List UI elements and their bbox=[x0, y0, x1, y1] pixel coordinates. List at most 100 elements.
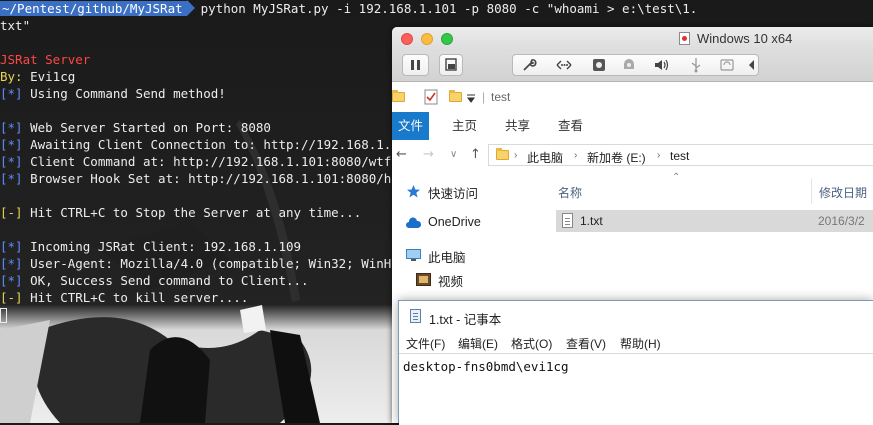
terminal-line: [-] Hit CTRL+C to Stop the Server at any… bbox=[0, 204, 361, 221]
tab-view[interactable]: 查看 bbox=[558, 112, 583, 140]
terminal-line: [*] Browser Hook Set at: http://192.168.… bbox=[0, 170, 414, 187]
up-arrow-icon[interactable]: ↑ bbox=[470, 147, 481, 162]
menu-view[interactable]: 查看(V) bbox=[566, 335, 606, 352]
window-close-button[interactable] bbox=[401, 33, 413, 45]
new-folder-icon[interactable] bbox=[449, 90, 462, 102]
window-maximize-button[interactable] bbox=[441, 33, 453, 45]
tab-share[interactable]: 共享 bbox=[505, 112, 530, 140]
chevron-left-icon[interactable] bbox=[747, 57, 757, 73]
computer-icon bbox=[406, 249, 421, 261]
vm-titlebar[interactable]: Windows 10 x64 bbox=[392, 27, 873, 51]
menu-file[interactable]: 文件(F) bbox=[406, 335, 445, 352]
vm-toolbar bbox=[392, 51, 873, 82]
sort-caret-icon: ⌃ bbox=[672, 172, 681, 183]
prompt-command: python MyJSRat.py -i 192.168.1.101 -p 80… bbox=[200, 1, 698, 16]
terminal-line: [*] Incoming JSRat Client: 192.168.1.109 bbox=[0, 238, 301, 255]
window-minimize-button[interactable] bbox=[421, 33, 433, 45]
terminal-line: [*] Web Server Started on Port: 8080 bbox=[0, 119, 271, 136]
address-bar[interactable]: › 此电脑 › 新加卷 (E:) › test bbox=[488, 144, 873, 166]
notepad-menu-bar: 文件(F) 编辑(E) 格式(O) 查看(V) 帮助(H) bbox=[399, 331, 873, 353]
line-text: OK, Success Send command to Client... bbox=[22, 273, 309, 288]
chevron-down-icon[interactable] bbox=[466, 93, 476, 103]
nav-this-pc[interactable]: 此电脑 bbox=[428, 247, 466, 266]
folder-icon[interactable] bbox=[392, 90, 405, 102]
file-date: 2016/3/2 bbox=[818, 214, 865, 228]
line-text: Hit CTRL+C to kill server.... bbox=[22, 290, 249, 305]
line-tag: [*] bbox=[0, 171, 23, 186]
prompt-path: ~/Pentest/github/MyJSRat bbox=[0, 1, 187, 16]
line-tag: [-] bbox=[0, 290, 23, 305]
line-text: Awaiting Client Connection to: http://19… bbox=[22, 137, 422, 152]
prompt-command-wrap: txt" bbox=[0, 18, 31, 33]
menu-edit[interactable]: 编辑(E) bbox=[458, 335, 498, 352]
column-name[interactable]: 名称 bbox=[558, 184, 582, 201]
forward-arrow-icon[interactable]: → bbox=[423, 147, 434, 162]
line-tag: [*] bbox=[0, 239, 23, 254]
terminal-cursor-line[interactable] bbox=[0, 306, 7, 323]
breadcrumb-chevron-icon: › bbox=[657, 150, 661, 161]
back-arrow-icon[interactable]: ← bbox=[396, 147, 407, 162]
snapshot-icon bbox=[445, 58, 457, 71]
pause-button[interactable] bbox=[402, 54, 429, 76]
terminal-line: [-] Hit CTRL+C to kill server.... bbox=[0, 289, 248, 306]
terminal-cursor bbox=[0, 308, 7, 323]
breadcrumb-test[interactable]: test bbox=[670, 149, 689, 163]
tab-file[interactable]: 文件 bbox=[392, 112, 429, 140]
terminal-line: [*] Awaiting Client Connection to: http:… bbox=[0, 136, 421, 153]
menu-help[interactable]: 帮助(H) bbox=[620, 335, 661, 352]
notepad-icon bbox=[410, 309, 421, 323]
line-tag: [-] bbox=[0, 205, 23, 220]
prompt-arrow-icon bbox=[186, 0, 195, 16]
recent-chevron-icon[interactable]: ∨ bbox=[450, 149, 457, 160]
address-folder-icon bbox=[496, 148, 509, 160]
network-icon[interactable] bbox=[555, 57, 573, 73]
camera-icon[interactable] bbox=[621, 57, 637, 73]
file-name: 1.txt bbox=[580, 214, 603, 228]
vm-device-toolbar bbox=[512, 54, 759, 76]
ribbon-tabs: 文件 主页 共享 查看 bbox=[392, 112, 873, 141]
terminal-line: [*] Client Command at: http://192.168.1.… bbox=[0, 153, 391, 170]
column-date[interactable]: 修改日期 bbox=[819, 184, 867, 201]
properties-icon[interactable] bbox=[424, 89, 438, 105]
line-tag: [*] bbox=[0, 120, 23, 135]
banner-by-label: By: bbox=[0, 69, 23, 84]
line-tag: [*] bbox=[0, 256, 23, 271]
tab-home[interactable]: 主页 bbox=[452, 112, 477, 140]
menu-format[interactable]: 格式(O) bbox=[511, 335, 552, 352]
breadcrumb-chevron-icon: › bbox=[574, 150, 578, 161]
disk-icon[interactable] bbox=[591, 57, 607, 73]
notepad-content: desktop-fns0bmd\evi1cg bbox=[403, 359, 569, 374]
video-icon bbox=[416, 273, 431, 286]
terminal-line: [*] User-Agent: Mozilla/4.0 (compatible;… bbox=[0, 255, 421, 272]
nav-videos[interactable]: 视频 bbox=[438, 271, 463, 290]
notepad-window[interactable]: 1.txt - 记事本 文件(F) 编辑(E) 格式(O) 查看(V) 帮助(H… bbox=[398, 300, 873, 425]
nav-quick-access[interactable]: 快速访问 bbox=[428, 183, 478, 202]
refresh-icon[interactable] bbox=[719, 57, 735, 73]
wrench-icon[interactable] bbox=[521, 57, 537, 73]
pause-icon bbox=[411, 60, 420, 70]
line-text: Using Command Send method! bbox=[22, 86, 226, 101]
address-bar-row: ← → ∨ ↑ › 此电脑 › 新加卷 (E:) › test bbox=[392, 140, 873, 170]
file-row[interactable]: 1.txt 2016/3/2 bbox=[556, 210, 873, 232]
line-text: Web Server Started on Port: 8080 bbox=[22, 120, 271, 135]
audio-icon[interactable] bbox=[653, 57, 671, 73]
usb-icon[interactable] bbox=[689, 57, 703, 73]
notepad-title: 1.txt - 记事本 bbox=[429, 313, 502, 327]
terminal-prompt-line: ~/Pentest/github/MyJSRat python MyJSRat.p… bbox=[0, 0, 697, 17]
breadcrumb-this-pc[interactable]: 此电脑 bbox=[527, 149, 563, 166]
text-file-icon bbox=[562, 213, 573, 228]
breadcrumb-chevron-icon: › bbox=[514, 150, 518, 161]
line-text: Hit CTRL+C to Stop the Server at any tim… bbox=[22, 205, 362, 220]
line-tag: [*] bbox=[0, 137, 23, 152]
line-text: Client Command at: http://192.168.1.101:… bbox=[22, 154, 392, 169]
snapshot-button[interactable] bbox=[439, 54, 463, 76]
notepad-titlebar[interactable]: 1.txt - 记事本 bbox=[399, 301, 873, 331]
line-tag: [*] bbox=[0, 86, 23, 101]
line-text: Incoming JSRat Client: 192.168.1.109 bbox=[22, 239, 302, 254]
breadcrumb-volume[interactable]: 新加卷 (E:) bbox=[587, 149, 646, 166]
nav-onedrive[interactable]: OneDrive bbox=[428, 215, 481, 229]
notepad-text-area[interactable]: desktop-fns0bmd\evi1cg bbox=[399, 353, 873, 425]
column-divider[interactable] bbox=[811, 178, 812, 204]
line-text: User-Agent: Mozilla/4.0 (compatible; Win… bbox=[22, 256, 422, 271]
terminal-line: [*] OK, Success Send command to Client..… bbox=[0, 272, 309, 289]
